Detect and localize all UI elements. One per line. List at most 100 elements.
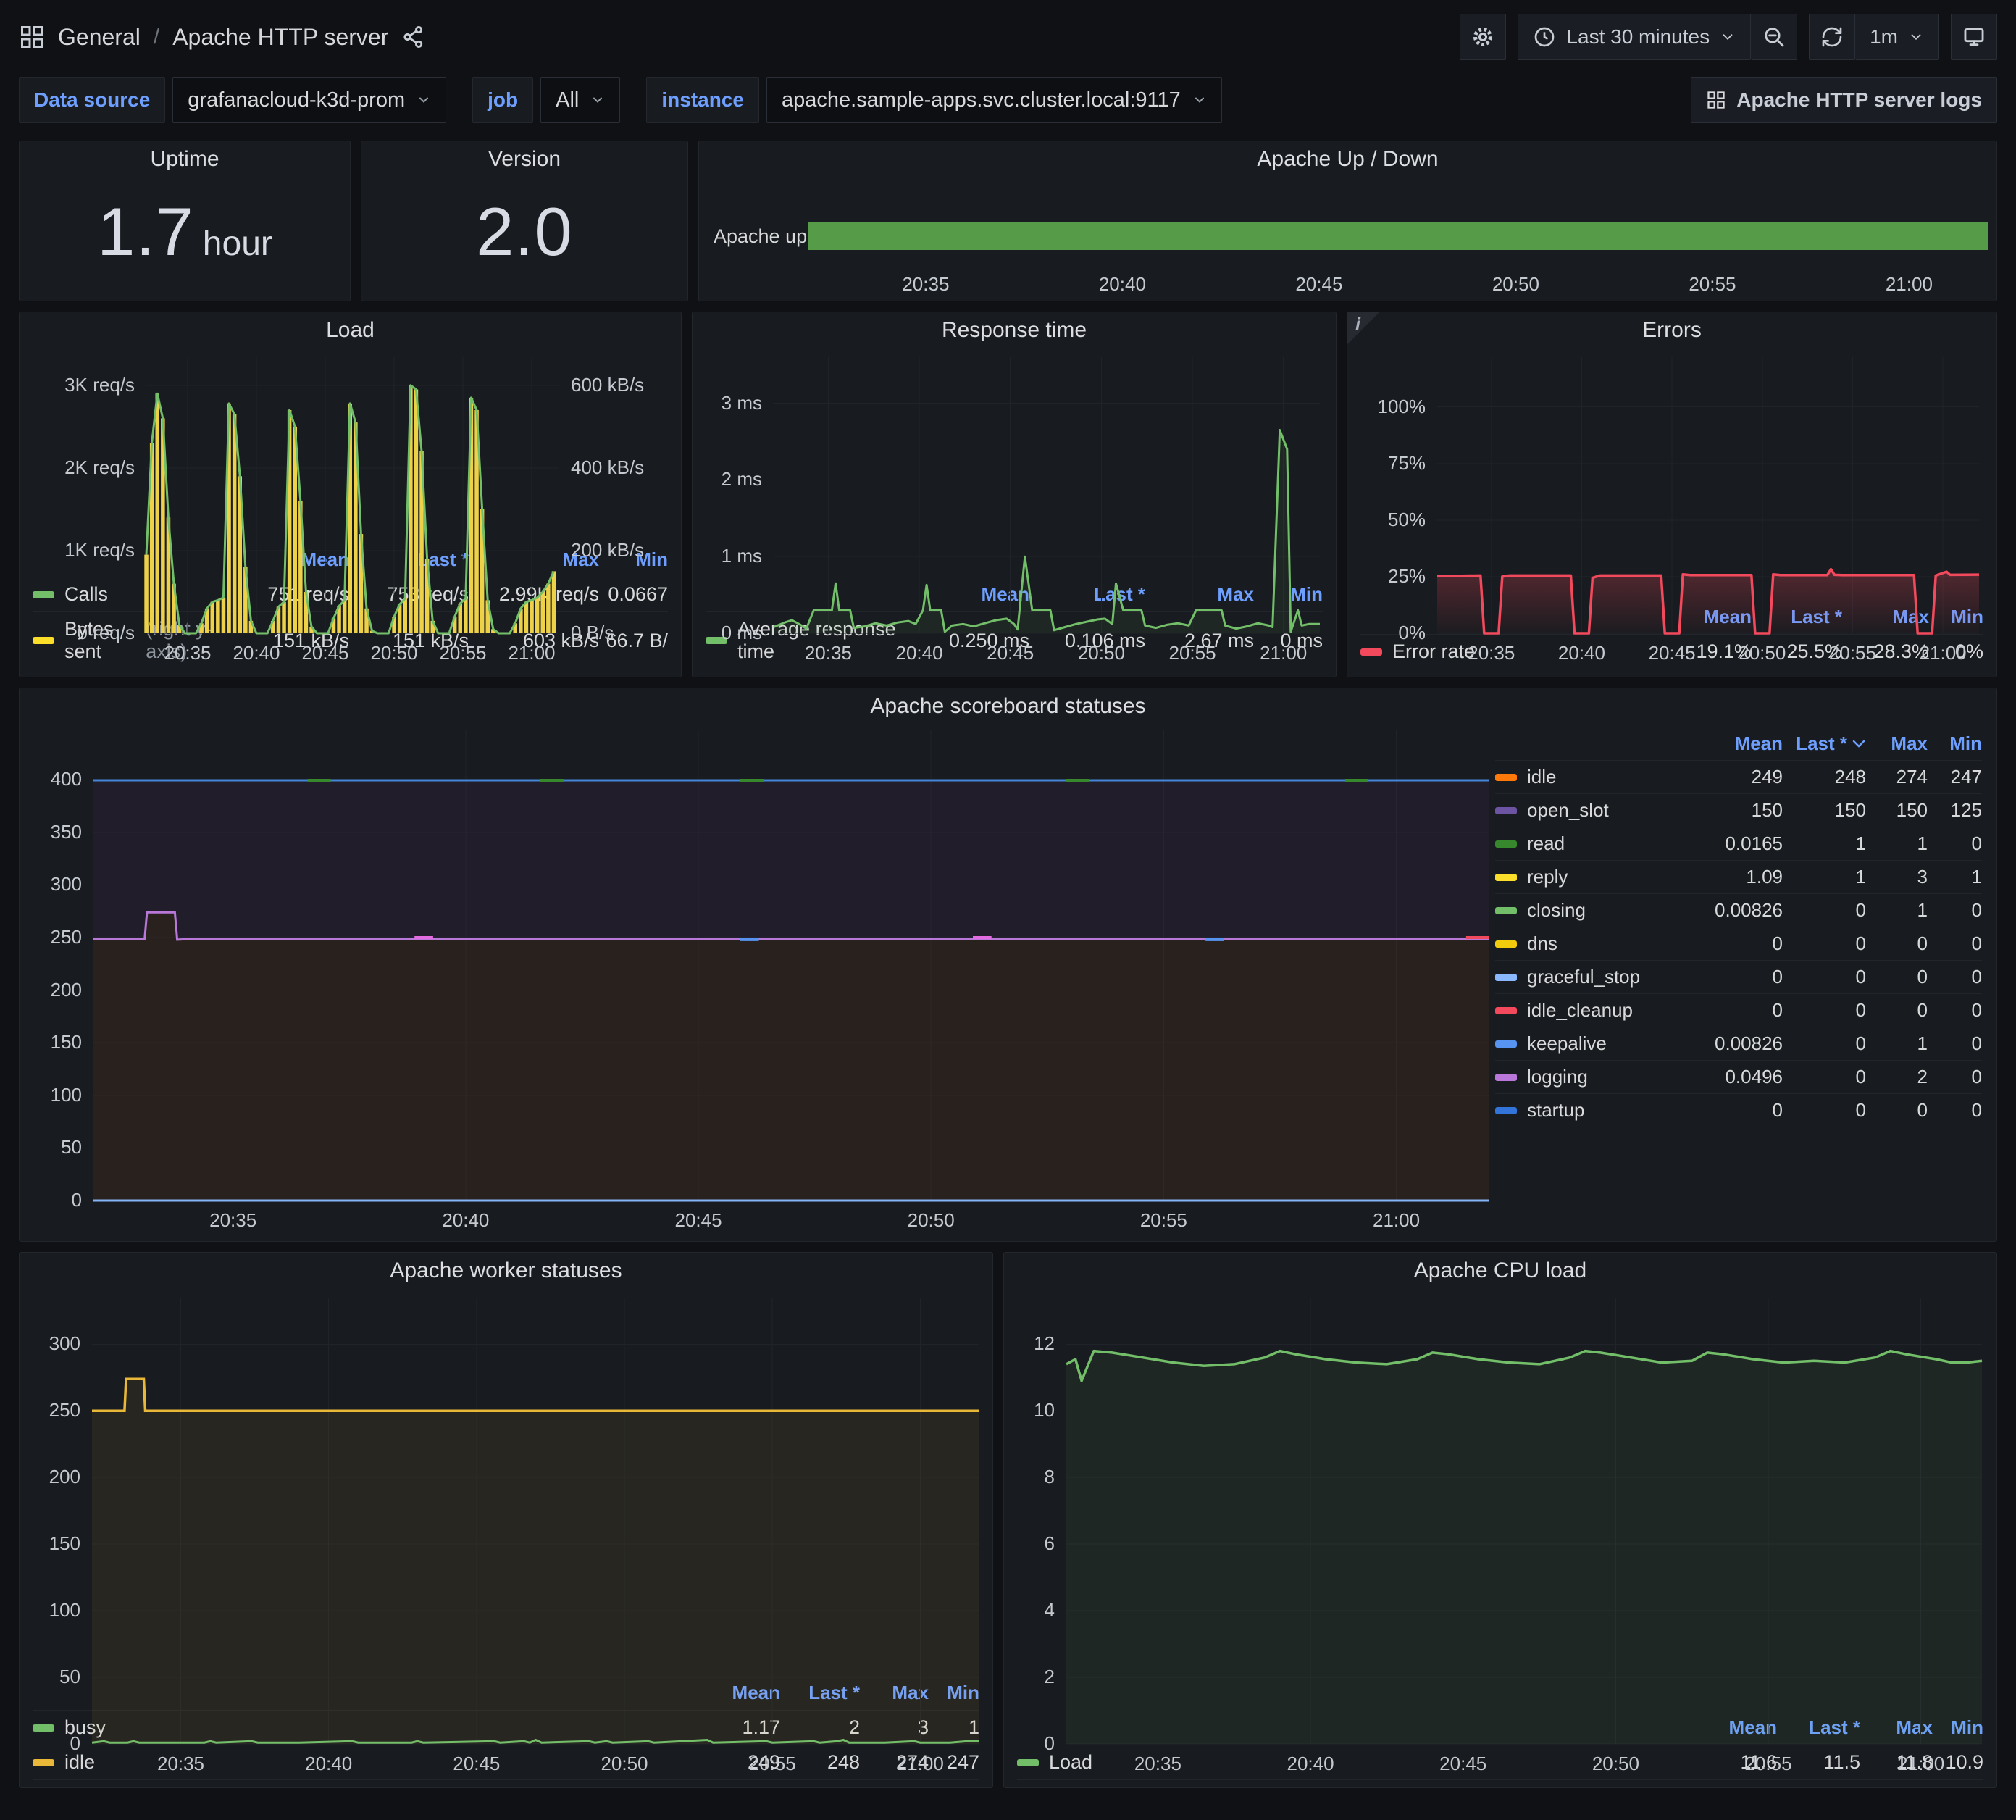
share-icon[interactable] [401,25,426,49]
load-chart[interactable]: 0 req/s1K req/s2K req/s3K req/s0 B/s200 … [20,348,681,547]
legend-value: 0 [1928,999,1982,1022]
magnifier-minus-icon [1762,25,1786,49]
legend-header-max[interactable]: Max [1866,732,1928,755]
legend-series-label[interactable]: dns [1495,932,1696,955]
refresh-interval-picker[interactable]: 1m [1855,14,1939,60]
time-range-picker[interactable]: Last 30 minutes [1518,14,1751,60]
legend-series-label[interactable]: open_slot [1495,799,1696,822]
legend-series-label[interactable]: idle_cleanup [1495,999,1696,1022]
response-panel-title[interactable]: Response time [693,312,1336,348]
legend-value: 0 [1928,1099,1982,1122]
legend-value: 125 [1928,799,1982,822]
legend-series-label[interactable]: logging [1495,1066,1696,1088]
apache-up-state-bar[interactable] [808,222,1988,250]
response-time-line [774,430,1320,632]
idle-stack-fill [93,912,1489,1201]
updown-chart[interactable]: Apache up 20:3520:4020:4520:5020:5521:00 [699,178,1996,301]
worker-panel-title[interactable]: Apache worker statuses [20,1253,992,1289]
instance-value: apache.sample-apps.svc.cluster.local:911… [782,88,1181,112]
apache-logs-link-button[interactable]: Apache HTTP server logs [1691,77,1997,123]
open-slot-stack-fill [93,780,1489,940]
job-variable: job All [472,77,620,123]
errors-chart[interactable]: 0%25%50%75%100%20:3520:4020:4520:5020:55… [1347,348,1996,604]
errors-plot-svg[interactable] [1347,348,1996,669]
scoreboard-plot-svg[interactable] [20,725,1495,1241]
updown-panel-title[interactable]: Apache Up / Down [699,141,1996,178]
legend-value: 0 [1696,966,1783,988]
legend-header-min[interactable]: Min [1928,732,1982,755]
apps-grid-icon[interactable] [19,24,45,50]
chevron-down-icon [1192,93,1207,107]
top-navigation-bar: General / Apache HTTP server Last 30 min… [0,0,2016,61]
uptime-stat: 1.7 hour [20,178,350,301]
series-color-chip [1495,774,1517,781]
kiosk-mode-button[interactable] [1951,14,1997,60]
legend-value: 3 [1866,866,1928,888]
load-panel-title[interactable]: Load [20,312,681,348]
dashboard-grid-icon [1706,90,1726,110]
worker-plot-svg[interactable] [20,1289,992,1780]
refresh-button[interactable] [1809,14,1855,60]
errors-panel-title[interactable]: Errors [1347,312,1996,348]
job-picker[interactable]: All [540,77,620,123]
legend-row-logging: logging0.0496020 [1495,1060,1982,1093]
legend-value: 0 [1928,1066,1982,1088]
legend-series-label[interactable]: graceful_stop [1495,966,1696,988]
series-color-chip [1495,1007,1517,1014]
response-plot-svg[interactable] [693,348,1336,669]
cpu-load-chart[interactable]: 02468101220:3520:4020:4520:5020:5521:00 [1004,1289,1996,1715]
legend-row-idle_cleanup: idle_cleanup0000 [1495,993,1982,1027]
legend-header-last[interactable]: Last * [1783,732,1866,755]
cpu-plot-svg[interactable] [1004,1289,1996,1780]
zoom-out-time-button[interactable] [1751,14,1797,60]
legend-series-label[interactable]: startup [1495,1099,1696,1122]
worker-statuses-chart[interactable]: 05010015020025030020:3520:4020:4520:5020… [20,1289,992,1680]
legend-row-open_slot: open_slot150150150125 [1495,793,1982,827]
breadcrumb-dashboard-title[interactable]: Apache HTTP server [172,24,388,51]
legend-header-mean[interactable]: Mean [1696,732,1783,755]
updown-plot-svg[interactable] [699,178,1996,301]
scoreboard-legend: MeanLast *MaxMinidle249248274247open_slo… [1495,727,1982,1241]
legend-row-graceful_stop: graceful_stop0000 [1495,960,1982,993]
breadcrumb: General / Apache HTTP server [19,24,426,51]
dashboard-panels: Uptime 1.7 hour Version 2.0 Apache Up / [19,141,1997,1788]
instance-picker[interactable]: apache.sample-apps.svc.cluster.local:911… [766,77,1222,123]
uptime-panel-title[interactable]: Uptime [20,141,350,178]
sort-chevron-down-icon [1852,739,1866,749]
series-color-chip [1495,874,1517,881]
scoreboard-chart[interactable]: 05010015020025030035040020:3520:4020:452… [20,725,1495,1241]
refresh-interval-label: 1m [1870,25,1898,49]
instance-variable: instance apache.sample-apps.svc.cluster.… [646,77,1221,123]
job-value: All [556,88,579,112]
cpu-panel-title[interactable]: Apache CPU load [1004,1253,1996,1289]
scoreboard-body: 05010015020025030035040020:3520:4020:452… [20,725,1996,1241]
error-rate-area [1437,569,1979,633]
breadcrumb-folder[interactable]: General [58,24,141,51]
panel-info-corner[interactable] [1347,312,1380,345]
legend-series-label[interactable]: reply [1495,866,1696,888]
legend-series-label[interactable]: read [1495,832,1696,855]
chevron-down-icon [590,93,605,107]
gear-icon [1470,24,1496,50]
info-icon: i [1355,314,1360,335]
datasource-variable: Data source grafanacloud-k3d-prom [19,77,446,123]
time-range-label: Last 30 minutes [1566,25,1710,49]
legend-row-startup: startup0000 [1495,1093,1982,1127]
load-plot-svg[interactable] [20,348,681,669]
legend-value: 0 [1696,1099,1783,1122]
scoreboard-panel-title[interactable]: Apache scoreboard statuses [20,688,1996,725]
dashboard-settings-button[interactable] [1460,14,1506,60]
datasource-picker[interactable]: grafanacloud-k3d-prom [172,77,446,123]
legend-value: 0 [1928,832,1982,855]
legend-series-label[interactable]: idle [1495,766,1696,788]
legend-value: 249 [1696,766,1783,788]
panel-worker-statuses: Apache worker statuses 05010015020025030… [19,1252,993,1788]
version-panel-title[interactable]: Version [361,141,687,178]
response-time-chart[interactable]: 0 ms1 ms2 ms3 ms20:3520:4020:4520:5020:5… [693,348,1336,582]
legend-value: 150 [1783,799,1866,822]
legend-series-label[interactable]: keepalive [1495,1032,1696,1055]
legend-value: 0 [1928,1032,1982,1055]
legend-series-label[interactable]: closing [1495,899,1696,922]
series-color-chip [1495,1107,1517,1114]
legend-value: 1 [1783,832,1866,855]
